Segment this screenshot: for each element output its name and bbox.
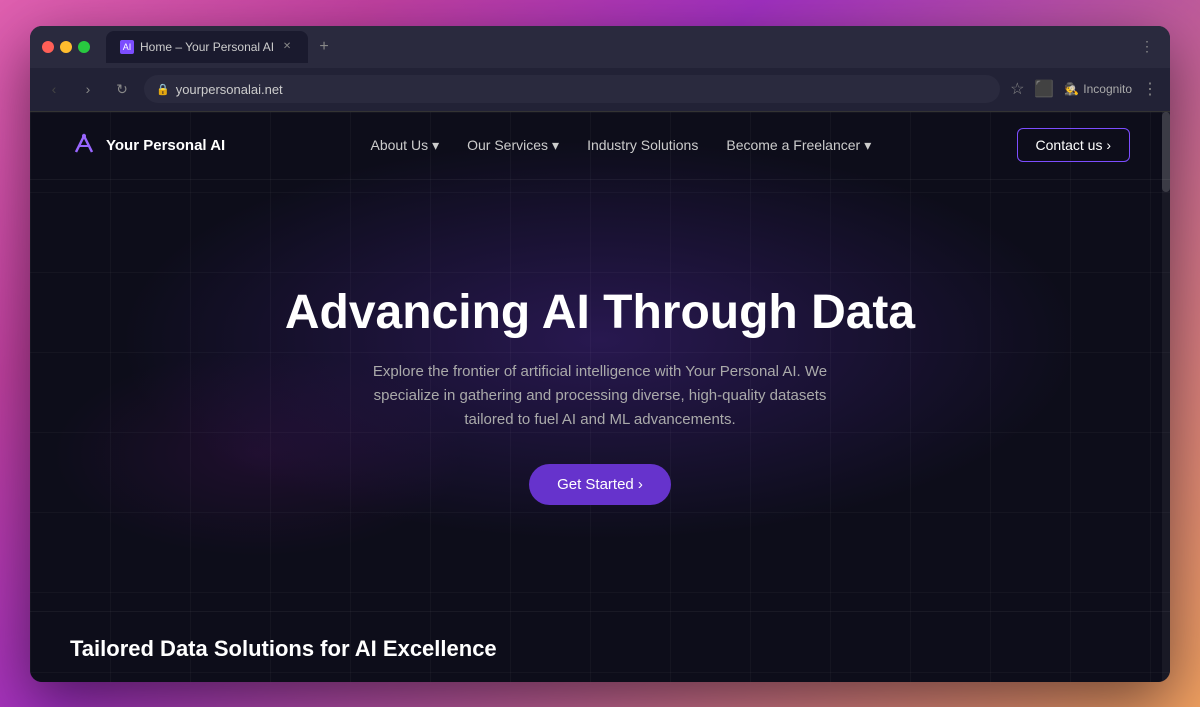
nav-industry[interactable]: Industry Solutions bbox=[587, 137, 698, 153]
url-bar[interactable]: 🔒 yourpersonalai.net bbox=[144, 75, 1000, 103]
url-text: yourpersonalai.net bbox=[176, 82, 283, 97]
lock-icon: 🔒 bbox=[156, 83, 170, 96]
logo-text: Your Personal AI bbox=[106, 137, 225, 154]
incognito-badge: 🕵 Incognito bbox=[1064, 82, 1132, 96]
site-logo[interactable]: Your Personal AI bbox=[70, 131, 225, 159]
hero-subtitle: Explore the frontier of artificial intel… bbox=[360, 360, 840, 432]
tab-area: AI Home – Your Personal AI ✕ + bbox=[106, 31, 1128, 63]
minimize-button[interactable] bbox=[60, 41, 72, 53]
tab-title: Home – Your Personal AI bbox=[140, 40, 274, 54]
address-bar-right: ☆ ⬛ 🕵 Incognito ⋮ bbox=[1010, 79, 1158, 99]
get-started-button[interactable]: Get Started › bbox=[529, 464, 671, 505]
website-content: Your Personal AI About Us ▾ Our Services… bbox=[30, 112, 1170, 682]
chevron-down-icon: ▾ bbox=[432, 137, 439, 154]
back-button[interactable]: ‹ bbox=[42, 77, 66, 101]
new-tab-button[interactable]: + bbox=[312, 35, 336, 59]
forward-button[interactable]: › bbox=[76, 77, 100, 101]
close-button[interactable] bbox=[42, 41, 54, 53]
browser-menu-icon[interactable]: ⋮ bbox=[1142, 79, 1158, 99]
bottom-section: Tailored Data Solutions for AI Excellenc… bbox=[30, 611, 1170, 682]
title-bar-right: ⋮ bbox=[1136, 34, 1158, 59]
maximize-button[interactable] bbox=[78, 41, 90, 53]
browser-window: AI Home – Your Personal AI ✕ + ⋮ ‹ › ↻ 🔒… bbox=[30, 26, 1170, 682]
nav-links: About Us ▾ Our Services ▾ Industry Solut… bbox=[370, 137, 871, 154]
extensions-icon[interactable]: ⬛ bbox=[1034, 79, 1054, 99]
logo-icon bbox=[70, 131, 98, 159]
tab-favicon: AI bbox=[120, 40, 134, 54]
incognito-label: Incognito bbox=[1083, 82, 1132, 96]
nav-about[interactable]: About Us ▾ bbox=[370, 137, 439, 154]
chevron-down-icon: ▾ bbox=[552, 137, 559, 154]
tab-close-button[interactable]: ✕ bbox=[280, 40, 294, 54]
address-bar: ‹ › ↻ 🔒 yourpersonalai.net ☆ ⬛ 🕵 Incogni… bbox=[30, 68, 1170, 112]
title-bar: AI Home – Your Personal AI ✕ + ⋮ bbox=[30, 26, 1170, 68]
contact-us-button[interactable]: Contact us › bbox=[1017, 128, 1130, 162]
incognito-icon: 🕵 bbox=[1064, 82, 1079, 96]
active-tab[interactable]: AI Home – Your Personal AI ✕ bbox=[106, 31, 308, 63]
hero-section: Advancing AI Through Data Explore the fr… bbox=[30, 180, 1170, 611]
nav-freelancer[interactable]: Become a Freelancer ▾ bbox=[726, 137, 871, 154]
menu-icon[interactable]: ⋮ bbox=[1136, 34, 1158, 59]
bottom-title: Tailored Data Solutions for AI Excellenc… bbox=[70, 636, 1130, 662]
reload-button[interactable]: ↻ bbox=[110, 77, 134, 101]
traffic-lights bbox=[42, 41, 90, 53]
nav-services[interactable]: Our Services ▾ bbox=[467, 137, 559, 154]
chevron-down-icon: ▾ bbox=[864, 137, 871, 154]
bookmark-icon[interactable]: ☆ bbox=[1010, 79, 1024, 99]
hero-title: Advancing AI Through Data bbox=[285, 285, 915, 340]
site-navbar: Your Personal AI About Us ▾ Our Services… bbox=[30, 112, 1170, 180]
